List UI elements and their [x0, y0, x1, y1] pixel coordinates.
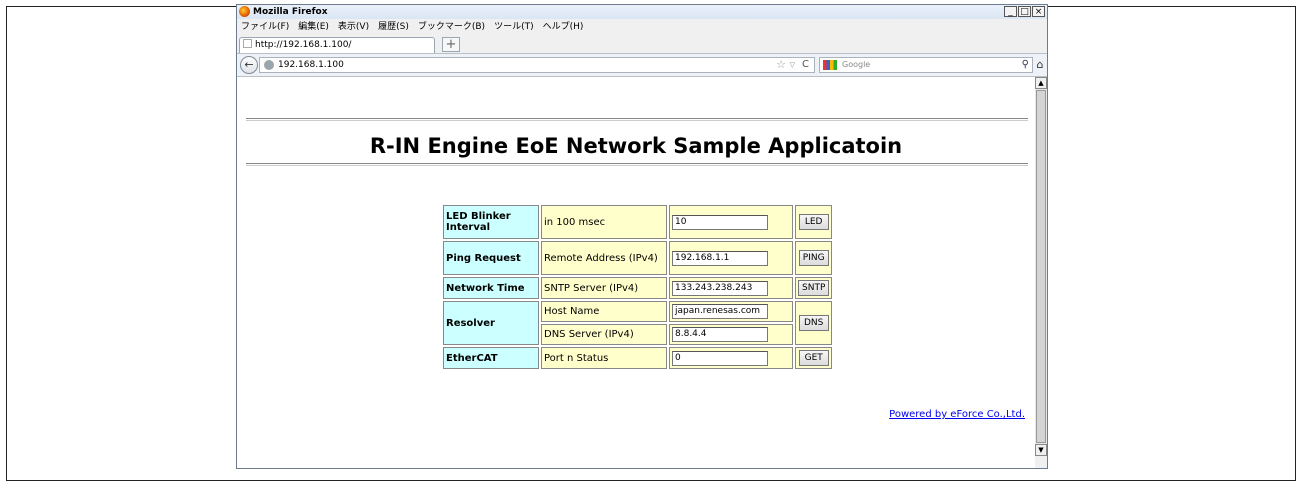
search-icon[interactable]: ⚲	[1022, 58, 1029, 72]
value-cell: 8.8.4.4	[669, 324, 793, 345]
table-row: Resolver Host Name japan.renesas.com DNS	[443, 301, 833, 345]
google-icon[interactable]	[823, 60, 837, 70]
led-button[interactable]: LED	[798, 214, 829, 230]
bottom-divider	[246, 163, 1028, 166]
url-bar[interactable]: 192.168.1.100 ☆ ▽ C	[259, 57, 815, 73]
value-cell: japan.renesas.com	[669, 301, 793, 322]
tab-label: http://192.168.1.100/	[255, 40, 352, 50]
search-input[interactable]: Google	[842, 58, 870, 72]
button-cell: GET	[795, 347, 833, 369]
resize-grip-icon[interactable]	[1035, 456, 1047, 468]
row-label: Network Time	[443, 277, 539, 299]
port-status-input[interactable]: 0	[672, 350, 768, 366]
powered-by-link[interactable]: Powered by eForce Co.,Ltd.	[889, 409, 1025, 420]
maximize-button[interactable]: □	[1018, 6, 1031, 17]
table-row: EtherCAT Port n Status 0 GET	[443, 347, 833, 369]
dns-server-input[interactable]: 8.8.4.4	[672, 327, 768, 342]
tab-bar: http://192.168.1.100/ +	[237, 35, 1047, 53]
value-cell: 192.168.1.1	[669, 241, 793, 275]
bookmark-star-icon[interactable]: ☆	[776, 58, 786, 72]
row-description: Remote Address (IPv4)	[541, 241, 667, 275]
menu-bar: ファイル(F) 編集(E) 表示(V) 履歴(S) ブックマーク(B) ツール(…	[237, 20, 588, 34]
menu-history[interactable]: 履歴(S)	[378, 20, 409, 34]
value-cell: 0	[669, 347, 793, 369]
new-tab-button[interactable]: +	[442, 37, 460, 52]
menu-bookmarks[interactable]: ブックマーク(B)	[418, 20, 485, 34]
button-cell: DNS	[795, 301, 833, 345]
window-title: Mozilla Firefox	[253, 7, 328, 17]
row-description: in 100 msec	[541, 205, 667, 239]
title-bar: Mozilla Firefox _ □ ×	[237, 5, 1047, 19]
close-button[interactable]: ×	[1032, 6, 1045, 17]
menu-view[interactable]: 表示(V)	[338, 20, 369, 34]
vertical-scrollbar[interactable]: ▲ ▼	[1035, 77, 1047, 468]
row-description: DNS Server (IPv4)	[541, 324, 667, 345]
button-cell: PING	[795, 241, 833, 275]
url-text[interactable]: 192.168.1.100	[278, 58, 344, 72]
value-cell: 133.243.238.243	[669, 277, 793, 299]
scroll-up-icon[interactable]: ▲	[1035, 77, 1047, 89]
minimize-button[interactable]: _	[1004, 6, 1017, 17]
ping-button[interactable]: PING	[798, 250, 829, 266]
menu-help[interactable]: ヘルプ(H)	[543, 20, 584, 34]
sntp-button[interactable]: SNTP	[798, 280, 830, 296]
scroll-down-icon[interactable]: ▼	[1035, 444, 1047, 456]
reload-icon[interactable]: C	[802, 58, 809, 72]
row-label: Ping Request	[443, 241, 539, 275]
table-row: LED Blinker Interval in 100 msec 10 LED	[443, 205, 833, 239]
sntp-server-input[interactable]: 133.243.238.243	[672, 280, 768, 296]
get-button[interactable]: GET	[798, 350, 829, 366]
row-description: SNTP Server (IPv4)	[541, 277, 667, 299]
tab-current[interactable]: http://192.168.1.100/	[239, 37, 435, 53]
page-title: R-IN Engine EoE Network Sample Applicato…	[369, 134, 903, 158]
search-bar[interactable]: Google ⚲	[819, 57, 1033, 73]
button-cell: SNTP	[795, 277, 833, 299]
browser-window: Mozilla Firefox _ □ × ファイル(F) 編集(E) 表示(V…	[236, 4, 1048, 469]
menu-file[interactable]: ファイル(F)	[241, 20, 289, 34]
dns-button[interactable]: DNS	[798, 315, 829, 331]
window-controls: _ □ ×	[1004, 6, 1045, 17]
page-content: R-IN Engine EoE Network Sample Applicato…	[237, 77, 1035, 468]
back-arrow-icon[interactable]: ←	[240, 56, 258, 74]
navigation-toolbar: ← 192.168.1.100 ☆ ▽ C Google ⚲ ⌂	[237, 53, 1047, 77]
row-label: Resolver	[443, 301, 539, 345]
button-cell: LED	[795, 205, 833, 239]
row-label: EtherCAT	[443, 347, 539, 369]
top-divider	[246, 118, 1028, 121]
globe-icon	[264, 60, 274, 70]
value-cell: 10	[669, 205, 793, 239]
firefox-logo-icon	[239, 6, 250, 17]
row-label: LED Blinker Interval	[443, 205, 539, 239]
ping-address-input[interactable]: 192.168.1.1	[672, 250, 768, 266]
row-description: Host Name	[541, 301, 667, 322]
table-row: Network Time SNTP Server (IPv4) 133.243.…	[443, 277, 833, 299]
led-interval-input[interactable]: 10	[672, 214, 768, 230]
row-description: Port n Status	[541, 347, 667, 369]
control-table: LED Blinker Interval in 100 msec 10 LED …	[441, 203, 834, 371]
home-icon[interactable]: ⌂	[1033, 57, 1047, 73]
menu-edit[interactable]: 編集(E)	[298, 20, 329, 34]
menu-tools[interactable]: ツール(T)	[494, 20, 534, 34]
scroll-thumb[interactable]	[1036, 90, 1046, 443]
page-favicon-icon	[243, 39, 252, 48]
host-name-input[interactable]: japan.renesas.com	[672, 304, 768, 319]
table-row: Ping Request Remote Address (IPv4) 192.1…	[443, 241, 833, 275]
url-dropdown-icon[interactable]: ▽	[790, 58, 795, 72]
